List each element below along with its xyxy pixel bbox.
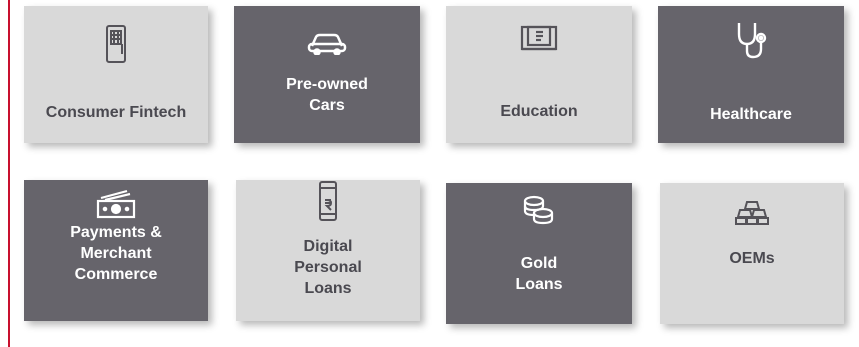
phone-rupee-icon	[318, 180, 338, 222]
tile-label: OEMs	[729, 250, 775, 267]
tile-label: Consumer Fintech	[45, 104, 187, 121]
cash-icon	[95, 189, 137, 219]
tile-label: Digital Personal Loans	[294, 238, 362, 297]
tile-payments-merchant-commerce[interactable]: Payments & Merchant Commerce	[24, 180, 208, 321]
car-icon	[307, 31, 347, 55]
tile-label: Pre-owned Cars	[286, 76, 368, 114]
pos-terminal-icon	[104, 24, 128, 64]
coins-icon	[522, 195, 556, 225]
tile-healthcare[interactable]: Healthcare	[658, 6, 844, 143]
stethoscope-icon	[734, 20, 768, 60]
tile-label: Healthcare	[710, 106, 792, 123]
tile-label: Payments & Merchant Commerce	[70, 224, 162, 283]
gold-bars-icon	[734, 200, 770, 226]
tile-digital-personal-loans[interactable]: Digital Personal Loans	[236, 180, 420, 321]
tile-gold-loans[interactable]: Gold Loans	[446, 183, 632, 324]
tile-consumer-fintech[interactable]: Consumer Fintech	[24, 6, 208, 143]
tile-label: Gold Loans	[515, 255, 563, 293]
tile-education[interactable]: Education	[446, 6, 632, 143]
left-accent-rule	[8, 0, 10, 347]
tile-label: Education	[500, 103, 578, 120]
tile-oems[interactable]: OEMs	[660, 183, 844, 324]
tile-pre-owned-cars[interactable]: Pre-owned Cars	[234, 6, 420, 143]
book-icon	[520, 24, 558, 52]
